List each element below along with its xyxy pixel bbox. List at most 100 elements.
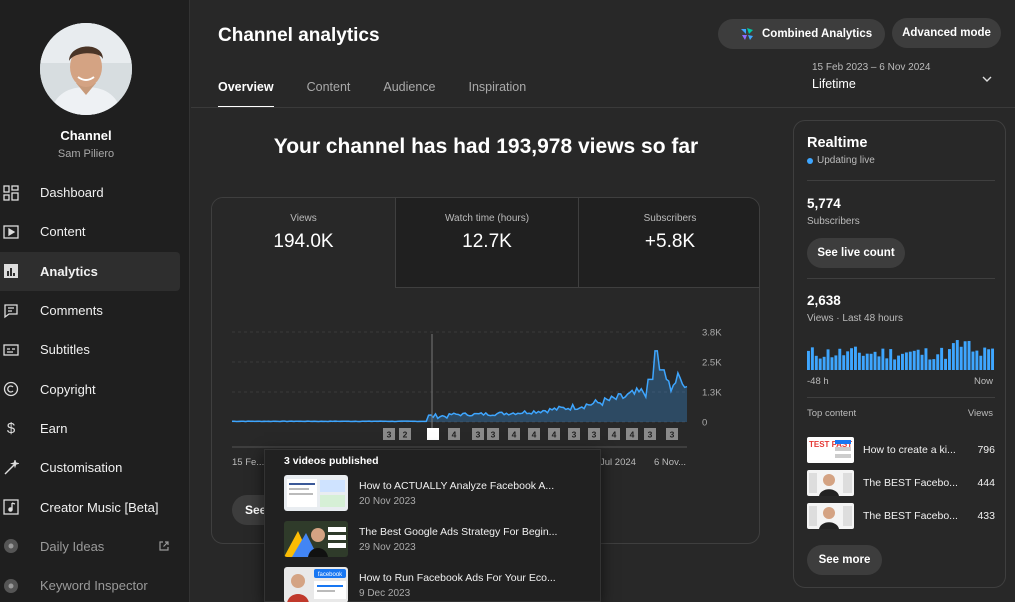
video-date: 9 Dec 2023 bbox=[359, 588, 411, 599]
realtime-bar bbox=[904, 352, 908, 370]
sidebar-item-comments[interactable]: Comments bbox=[0, 291, 190, 330]
sidebar-item-dashboard[interactable]: Dashboard bbox=[0, 173, 190, 212]
subscriber-label: Subscribers bbox=[807, 216, 860, 227]
video-marker[interactable]: 4 bbox=[528, 428, 540, 440]
realtime-bar bbox=[873, 351, 877, 370]
header-divider bbox=[191, 107, 1015, 108]
analytics-icon bbox=[3, 263, 19, 279]
sidebar-item-subtitles[interactable]: Subtitles bbox=[0, 330, 190, 369]
realtime-bar bbox=[850, 348, 853, 370]
video-marker[interactable]: 3 bbox=[588, 428, 600, 440]
date-range[interactable]: 15 Feb 2023 – 6 Nov 2024 bbox=[812, 62, 930, 73]
video-marker-count: 4 bbox=[630, 430, 635, 440]
video-marker[interactable]: 4 bbox=[608, 428, 620, 440]
realtime-bar bbox=[991, 348, 994, 370]
video-marker[interactable]: 3 bbox=[383, 428, 395, 440]
realtime-bar bbox=[885, 358, 889, 370]
video-marker[interactable]: 3 bbox=[644, 428, 656, 440]
sidebar-item-customisation[interactable]: Customisation bbox=[0, 448, 190, 487]
video-views: 444 bbox=[977, 477, 995, 489]
realtime-bar bbox=[893, 359, 897, 370]
video-marker[interactable]: 4 bbox=[448, 428, 460, 440]
y-tick-label: 1.3K bbox=[702, 388, 722, 399]
top-content-row[interactable]: The BEST Facebo... 433 bbox=[807, 503, 995, 529]
views-column-label: Views bbox=[967, 408, 993, 419]
tab-bar: Overview Content Audience Inspiration bbox=[218, 80, 559, 108]
sidebar-item-analytics[interactable]: Analytics bbox=[0, 251, 180, 291]
video-marker[interactable] bbox=[427, 428, 439, 440]
video-marker[interactable]: 3 bbox=[666, 428, 678, 440]
sidebar-item-label: Keyword Inspector bbox=[40, 578, 148, 594]
y-tick-label: 3.8K bbox=[702, 328, 722, 339]
chevron-down-icon[interactable] bbox=[981, 72, 993, 84]
video-marker-count: 3 bbox=[491, 430, 496, 440]
videos-published-popup: 3 videos published How to ACTUALLY Analy… bbox=[264, 449, 601, 602]
tab-content[interactable]: Content bbox=[307, 80, 351, 108]
realtime-bar-chart[interactable] bbox=[807, 336, 995, 370]
video-marker[interactable]: 4 bbox=[508, 428, 520, 440]
video-marker[interactable]: 4 bbox=[548, 428, 560, 440]
realtime-bar bbox=[951, 343, 955, 370]
y-tick-label: 0 bbox=[702, 418, 707, 429]
video-marker[interactable]: 2 bbox=[399, 428, 411, 440]
views-48h-count: 2,638 bbox=[807, 293, 841, 308]
see-live-count-button[interactable]: See live count bbox=[807, 238, 905, 268]
content-icon bbox=[3, 224, 19, 240]
video-title: How to Run Facebook Ads For Your Eco... bbox=[359, 572, 556, 584]
realtime-bar bbox=[857, 352, 861, 370]
video-marker-count: 3 bbox=[572, 430, 577, 440]
axis-end-label: Now bbox=[973, 376, 993, 387]
sidebar-item-creator-music[interactable]: Creator Music [Beta] bbox=[0, 487, 190, 526]
live-text: Updating live bbox=[817, 155, 875, 166]
popup-title: 3 videos published bbox=[284, 455, 379, 467]
video-marker-count: 4 bbox=[532, 430, 537, 440]
top-content-row[interactable]: TEST FAST How to create a ki... 796 bbox=[807, 437, 995, 463]
realtime-bar bbox=[807, 350, 810, 370]
realtime-bar bbox=[959, 346, 963, 370]
realtime-bar bbox=[877, 356, 881, 370]
advanced-mode-button[interactable]: Advanced mode bbox=[892, 18, 1001, 48]
sidebar-item-daily-ideas[interactable]: Daily Ideas bbox=[0, 527, 190, 566]
sidebar-item-content[interactable]: Content bbox=[0, 212, 190, 251]
axis-start-label: -48 h bbox=[807, 376, 829, 387]
video-thumbnail: TEST FAST bbox=[807, 437, 854, 463]
realtime-bar bbox=[869, 353, 873, 370]
realtime-bar bbox=[826, 349, 830, 370]
y-tick-label: 2.5K bbox=[702, 358, 722, 369]
combined-analytics-button[interactable]: Combined Analytics bbox=[718, 19, 885, 49]
live-dot-icon bbox=[807, 157, 813, 164]
realtime-bar bbox=[971, 351, 975, 370]
video-marker[interactable]: 3 bbox=[472, 428, 484, 440]
tab-overview[interactable]: Overview bbox=[218, 80, 274, 108]
sidebar-item-label: Comments bbox=[40, 303, 103, 319]
video-marker[interactable]: 4 bbox=[626, 428, 638, 440]
sidebar-item-label: Dashboard bbox=[40, 185, 104, 201]
list-item[interactable]: facebook How to Run Facebook Ads For You… bbox=[284, 567, 594, 602]
realtime-bar bbox=[983, 347, 987, 370]
video-marker[interactable]: 3 bbox=[568, 428, 580, 440]
customisation-icon bbox=[3, 459, 19, 476]
channel-name: Sam Piliero bbox=[57, 148, 115, 160]
video-thumbnail: facebook bbox=[284, 567, 348, 602]
combined-analytics-icon bbox=[740, 27, 754, 41]
video-marker[interactable]: 3 bbox=[487, 428, 499, 440]
realtime-bar bbox=[908, 351, 912, 370]
tab-audience[interactable]: Audience bbox=[383, 80, 435, 108]
see-more-button[interactable]: See more bbox=[807, 545, 882, 575]
tab-inspiration[interactable]: Inspiration bbox=[469, 80, 527, 108]
video-thumbnail bbox=[284, 521, 348, 557]
views-headline: Your channel has had 193,978 views so fa… bbox=[273, 135, 699, 158]
date-range-label[interactable]: Lifetime bbox=[812, 77, 856, 91]
list-item[interactable]: The Best Google Ads Strategy For Begin..… bbox=[284, 521, 594, 561]
video-title: The BEST Facebo... bbox=[863, 477, 958, 489]
video-thumbnail bbox=[807, 470, 854, 496]
sidebar-item-earn[interactable]: $ Earn bbox=[0, 409, 190, 448]
x-tick-label: 6 Nov... bbox=[654, 457, 686, 468]
list-item[interactable]: How to ACTUALLY Analyze Facebook A... 20… bbox=[284, 475, 594, 515]
top-content-row[interactable]: The BEST Facebo... 444 bbox=[807, 470, 995, 496]
avatar[interactable] bbox=[40, 23, 132, 115]
subscriber-count: 5,774 bbox=[807, 196, 841, 211]
realtime-bar bbox=[955, 340, 959, 370]
sidebar-item-keyword-inspector[interactable]: Keyword Inspector bbox=[0, 566, 190, 602]
sidebar-item-copyright[interactable]: Copyright bbox=[0, 369, 190, 408]
